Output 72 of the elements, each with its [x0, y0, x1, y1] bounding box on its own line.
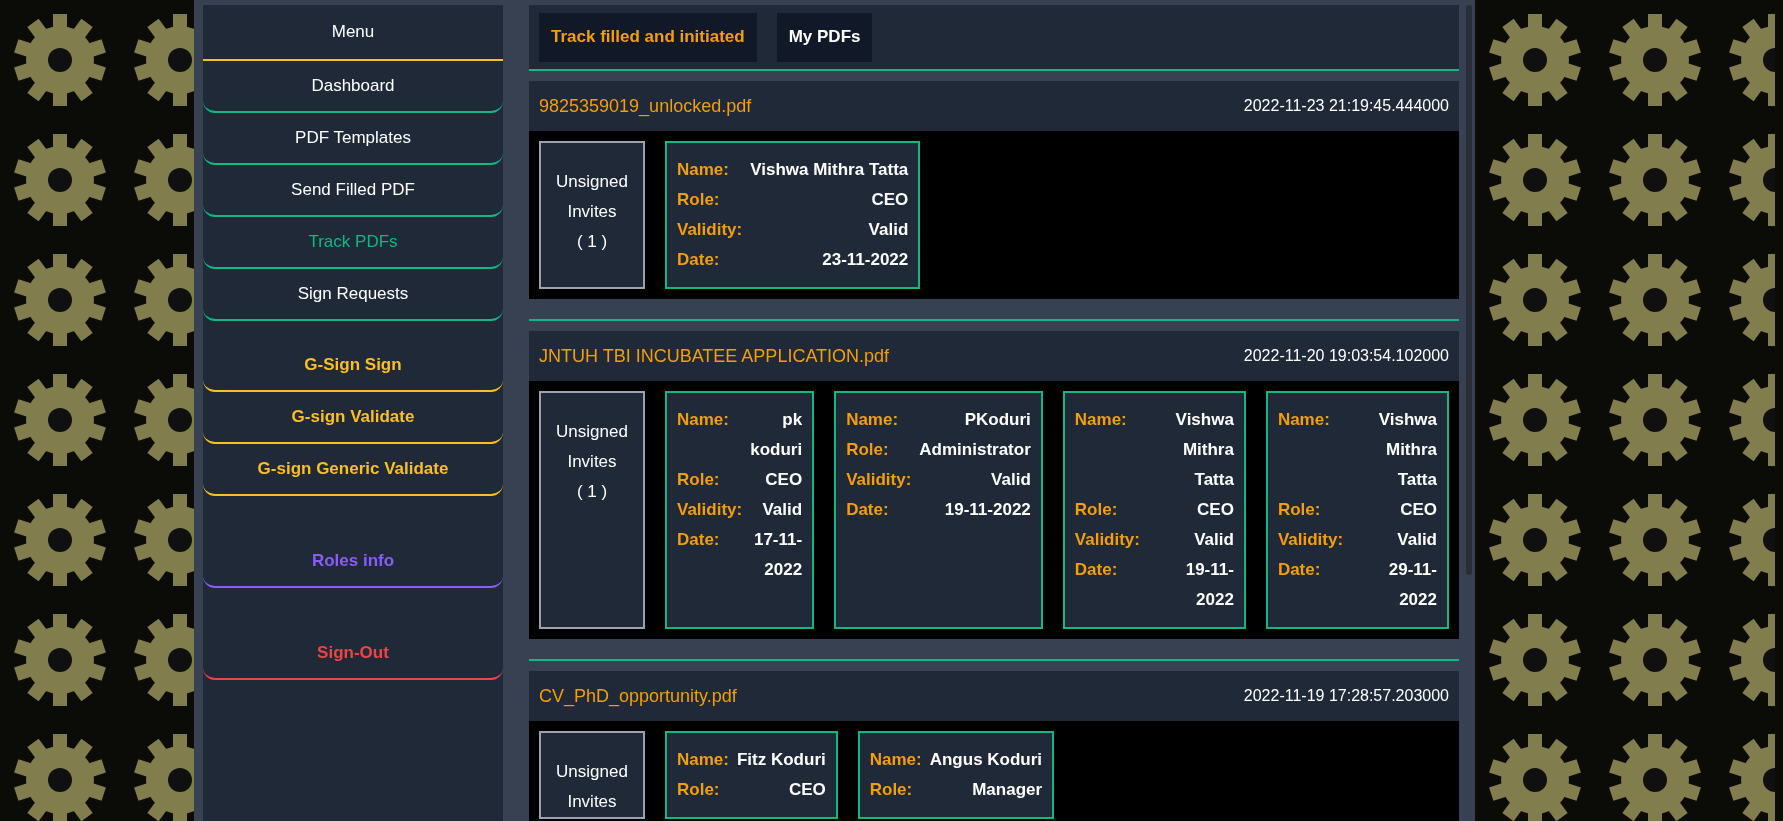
- field-label: Validity:: [677, 499, 743, 521]
- field-value: Fitz Koduri: [736, 749, 826, 771]
- field-value: Valid: [1396, 529, 1437, 551]
- field-label: Role:: [846, 439, 890, 461]
- tab[interactable]: Track filled and initiated: [539, 12, 757, 62]
- field-label: Name:: [677, 159, 730, 181]
- field-label: Validity:: [846, 469, 912, 491]
- field-label: Validity:: [677, 219, 743, 241]
- unsigned-invites-label: Unsigned Invites: [555, 171, 629, 223]
- field-value: 17-11-2022: [752, 529, 803, 581]
- sidebar-item[interactable]: G-sign Generic Validate: [203, 444, 503, 496]
- file-name[interactable]: 9825359019_unlocked.pdf: [539, 95, 752, 117]
- field-value: Manager: [971, 779, 1043, 801]
- field-value: Valid: [990, 469, 1031, 491]
- sidebar-item[interactable]: PDF Templates: [203, 113, 503, 165]
- field-label: Role:: [677, 469, 721, 491]
- field-label: Name:: [1277, 409, 1331, 431]
- field-label: Date:: [677, 249, 721, 271]
- field-value: Valid: [1193, 529, 1234, 551]
- tab[interactable]: My PDFs: [776, 12, 873, 62]
- field-value: Administrator: [919, 439, 1031, 461]
- field-value: CEO: [787, 779, 826, 801]
- field-label: Role:: [1277, 499, 1322, 521]
- field-label: Role:: [677, 189, 721, 211]
- field-value: Angus Koduri: [929, 749, 1043, 771]
- unsigned-invites-count: ( 1 ): [576, 481, 608, 503]
- sidebar-item[interactable]: Sign Requests: [203, 269, 503, 321]
- field-label: Name:: [677, 409, 730, 431]
- sidebar-item[interactable]: G-Sign Sign: [203, 340, 503, 392]
- field-label: Role:: [869, 779, 914, 801]
- field-value: Vishwa Mithra Tatta: [1377, 409, 1437, 491]
- unsigned-invites-count: ( 1 ): [576, 231, 608, 253]
- field-value: CEO: [1196, 499, 1234, 521]
- timestamp: 2022-11-20 19:03:54.102000: [1243, 347, 1449, 365]
- field-value: Valid: [867, 219, 909, 241]
- field-value: Valid: [761, 499, 803, 521]
- unsigned-invites-label: Unsigned Invites: [555, 761, 629, 813]
- timestamp: 2022-11-19 17:28:57.203000: [1243, 687, 1449, 705]
- field-value: Vishwa Mithra Tatta: [1174, 409, 1234, 491]
- field-value: CEO: [764, 469, 803, 491]
- field-label: Date:: [1277, 559, 1322, 581]
- field-value: pk koduri: [750, 409, 803, 461]
- sidebar-item[interactable]: Send Filled PDF: [203, 165, 503, 217]
- sidebar-item[interactable]: Sign-Out: [203, 628, 503, 680]
- scrollbar-thumb[interactable]: [1466, 5, 1472, 575]
- field-label: Name:: [1074, 409, 1128, 431]
- field-label: Date:: [846, 499, 890, 521]
- field-value: 29-11-2022: [1387, 559, 1437, 611]
- field-value: 23-11-2022: [821, 249, 909, 271]
- menu-title: Menu: [203, 5, 503, 61]
- field-label: Role:: [677, 779, 721, 801]
- sidebar-item[interactable]: G-sign Validate: [203, 392, 503, 444]
- field-value: Vishwa Mithra Tatta: [750, 159, 909, 181]
- sidebar-item[interactable]: Dashboard: [203, 61, 503, 113]
- field-label: Role:: [1074, 499, 1119, 521]
- field-label: Name:: [869, 749, 922, 771]
- field-label: Name:: [677, 749, 729, 771]
- file-name[interactable]: CV_PhD_opportunity.pdf: [539, 685, 737, 707]
- field-value: 19-11-2022: [943, 499, 1031, 521]
- field-label: Date:: [677, 529, 721, 551]
- field-value: PKoduri: [963, 409, 1031, 431]
- unsigned-invites-label: Unsigned Invites: [555, 421, 629, 473]
- field-label: Validity:: [1074, 529, 1140, 551]
- field-label: Date:: [1074, 559, 1119, 581]
- file-name[interactable]: JNTUH TBI INCUBATEE APPLICATION.pdf: [539, 345, 890, 367]
- sidebar-item[interactable]: Track PDFs: [203, 217, 503, 269]
- field-value: 19-11-2022: [1184, 559, 1234, 611]
- field-value: CEO: [870, 189, 909, 211]
- field-label: Validity:: [1277, 529, 1344, 551]
- timestamp: 2022-11-23 21:19:45.444000: [1243, 97, 1449, 115]
- field-value: CEO: [1399, 499, 1437, 521]
- field-label: Name:: [846, 409, 900, 431]
